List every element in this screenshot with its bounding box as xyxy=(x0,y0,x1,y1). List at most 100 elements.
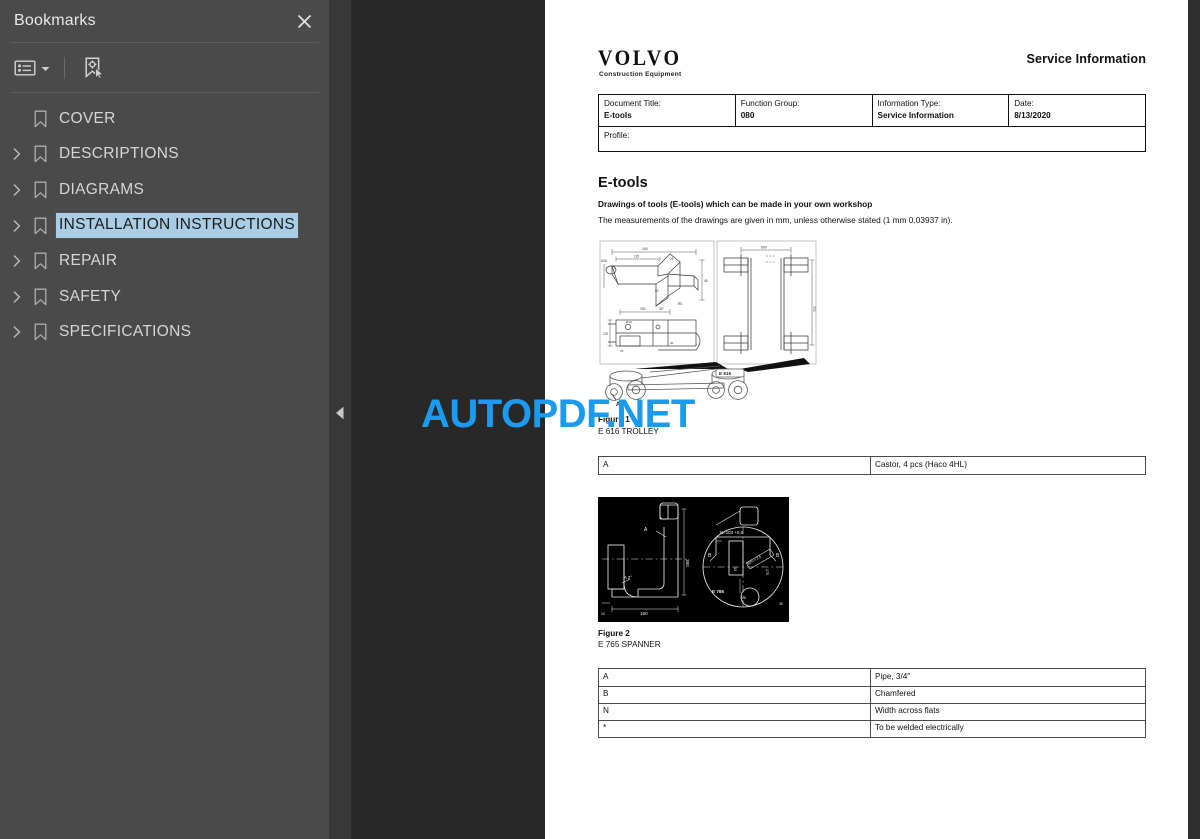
bookmark-item-label: DESCRIPTIONS xyxy=(59,145,179,163)
bookmark-item-label: REPAIR xyxy=(59,251,118,269)
figure-2-reference-table: A Pipe, 3/4" B Chamfered N Width across … xyxy=(598,668,1146,739)
svg-text:45: 45 xyxy=(704,279,708,283)
svg-text:50: 50 xyxy=(655,289,659,293)
table-row: Document Title: E-tools Function Group: … xyxy=(598,94,1146,127)
meta-cell-date: Date: 8/13/2020 xyxy=(1008,94,1146,127)
bookmark-flag-icon xyxy=(28,181,52,199)
meta-value: 8/13/2020 xyxy=(1014,110,1051,120)
bookmark-flag-icon xyxy=(28,288,52,306)
bookmark-tree: COVER DESCRIPTIONS DIAGRAMS INSTALLATION IN… xyxy=(0,101,329,350)
figure-2-image: A A 2° 380 180 10 N=103 +0,5 B B E 765 3… xyxy=(598,496,789,622)
chevron-right-icon[interactable] xyxy=(6,255,28,267)
svg-text:700: 700 xyxy=(812,306,816,312)
svg-text:180: 180 xyxy=(640,611,648,616)
table-row: A Castor, 4 pcs (Haco 4HL) xyxy=(598,456,1146,475)
svg-text:A 2°: A 2° xyxy=(624,575,632,580)
desc-cell: To be welded electrically xyxy=(870,719,1146,739)
chevron-right-icon[interactable] xyxy=(6,148,28,161)
bookmark-item-descriptions[interactable]: DESCRIPTIONS xyxy=(0,137,329,173)
bookmark-item-label: COVER xyxy=(59,109,116,127)
meta-key: Function Group: xyxy=(740,99,800,108)
panel-gutter xyxy=(329,0,351,839)
svg-text:M8: M8 xyxy=(741,596,746,600)
svg-text:E 765: E 765 xyxy=(712,589,724,594)
document-page[interactable]: VOLVO Construction Equipment Service Inf… xyxy=(545,0,1188,839)
divider xyxy=(10,92,319,93)
desc-cell: Pipe, 3/4" xyxy=(870,668,1146,687)
section-title: E-tools xyxy=(598,174,648,191)
figure-1-reference-table: A Castor, 4 pcs (Haco 4HL) xyxy=(598,456,1146,475)
meta-value: 080 xyxy=(740,110,755,120)
figure-1-image: 160 115 25 45 Ø16 50 30° R5 150 120 Ø13 … xyxy=(598,240,818,408)
bookmark-flag-icon xyxy=(28,252,52,270)
bookmark-item-label: SAFETY xyxy=(59,287,122,305)
chevron-right-icon[interactable] xyxy=(6,326,28,339)
bookmark-item-installation-instructions[interactable]: INSTALLATION INSTRUCTIONS xyxy=(0,208,329,244)
ref-cell: N xyxy=(598,702,871,721)
meta-cell-function-group: Function Group: 080 xyxy=(734,94,873,127)
figure-2-caption-sub: E 765 SPANNER xyxy=(598,640,661,650)
svg-text:40: 40 xyxy=(670,341,674,345)
figure-1-caption-title: Figure 1 xyxy=(598,414,630,424)
bookmark-item-diagrams[interactable]: DIAGRAMS xyxy=(0,172,329,208)
meta-key: Document Title: xyxy=(604,99,661,108)
svg-text:Ø13: Ø13 xyxy=(626,320,632,324)
table-row: A Pipe, 3/4" xyxy=(598,668,1146,687)
vertical-scrollbar[interactable] xyxy=(1188,0,1200,839)
bookmark-item-cover[interactable]: COVER xyxy=(0,101,329,137)
chevron-right-icon[interactable] xyxy=(6,219,28,232)
section-lead-1: Drawings of tools (E-tools) which can be… xyxy=(598,198,873,209)
volvo-logo-subtitle: Construction Equipment xyxy=(599,71,682,78)
desc-cell: Castor, 4 pcs (Haco 4HL) xyxy=(870,456,1146,475)
bookmark-item-specifications[interactable]: SPECIFICATIONS xyxy=(0,315,329,351)
svg-text:115: 115 xyxy=(634,254,639,258)
bookmarks-panel: Bookmarks COVER DESCRIPTIONS DIAGRAMS IN… xyxy=(0,0,329,839)
svg-text:150: 150 xyxy=(640,307,646,311)
svg-text:Ø16: Ø16 xyxy=(601,259,607,263)
svg-text:R5: R5 xyxy=(678,302,682,306)
bookmark-item-safety[interactable]: SAFETY xyxy=(0,279,329,315)
svg-text:30°: 30° xyxy=(659,307,665,311)
chevron-right-icon[interactable] xyxy=(6,184,28,196)
section-lead-2: The measurements of the drawings are giv… xyxy=(598,215,953,226)
bookmarks-panel-title: Bookmarks xyxy=(14,12,96,29)
bookmark-flag-icon xyxy=(28,217,52,235)
list-options-icon[interactable] xyxy=(12,56,52,80)
bookmarks-panel-header: Bookmarks xyxy=(0,0,329,42)
meta-cell-document-title: Document Title: E-tools xyxy=(598,94,736,127)
meta-cell-information-type: Information Type: Service Information xyxy=(871,94,1010,127)
svg-text:32: 32 xyxy=(733,567,737,571)
bookmark-flag-icon xyxy=(28,323,52,341)
figure-1-caption-sub: E 616 TROLLEY xyxy=(598,426,659,436)
figure-2-caption-title: Figure 2 xyxy=(598,628,630,638)
chevron-down-icon[interactable] xyxy=(41,59,50,77)
chevron-right-icon[interactable] xyxy=(6,291,28,303)
bookmark-flag-icon xyxy=(28,145,52,163)
new-bookmark-icon[interactable] xyxy=(79,53,109,83)
meta-value: E-tools xyxy=(604,110,632,120)
svg-text:E 616: E 616 xyxy=(719,371,731,376)
document-meta-table: Document Title: E-tools Function Group: … xyxy=(598,94,1146,152)
svg-text:600: 600 xyxy=(761,245,767,249)
meta-value: Service Information xyxy=(877,110,954,120)
ref-cell: B xyxy=(598,685,871,704)
bookmark-item-label: DIAGRAMS xyxy=(59,180,145,198)
table-row: * To be welded electrically xyxy=(598,719,1146,739)
pdf-viewer-window: Bookmarks COVER DESCRIPTIONS DIAGRAMS IN… xyxy=(0,0,1200,839)
ref-cell: A xyxy=(598,668,871,687)
meta-key: Date: xyxy=(1014,99,1034,108)
svg-text:160: 160 xyxy=(642,247,648,251)
svg-text:A: A xyxy=(616,402,621,408)
bookmark-item-label: INSTALLATION INSTRUCTIONS xyxy=(54,212,300,239)
triangle-left-icon[interactable] xyxy=(334,405,346,421)
svg-text:175: 175 xyxy=(765,569,769,575)
table-row: Profile: xyxy=(598,125,1146,152)
toolbar-separator xyxy=(64,56,65,79)
svg-text:25: 25 xyxy=(620,349,624,353)
svg-text:120: 120 xyxy=(603,332,609,336)
desc-cell: Width across flats xyxy=(870,702,1146,721)
close-icon[interactable] xyxy=(291,8,317,34)
bookmark-item-repair[interactable]: REPAIR xyxy=(0,243,329,279)
svg-text:380: 380 xyxy=(685,559,690,567)
svg-text:N=103 +0,5: N=103 +0,5 xyxy=(720,530,744,535)
